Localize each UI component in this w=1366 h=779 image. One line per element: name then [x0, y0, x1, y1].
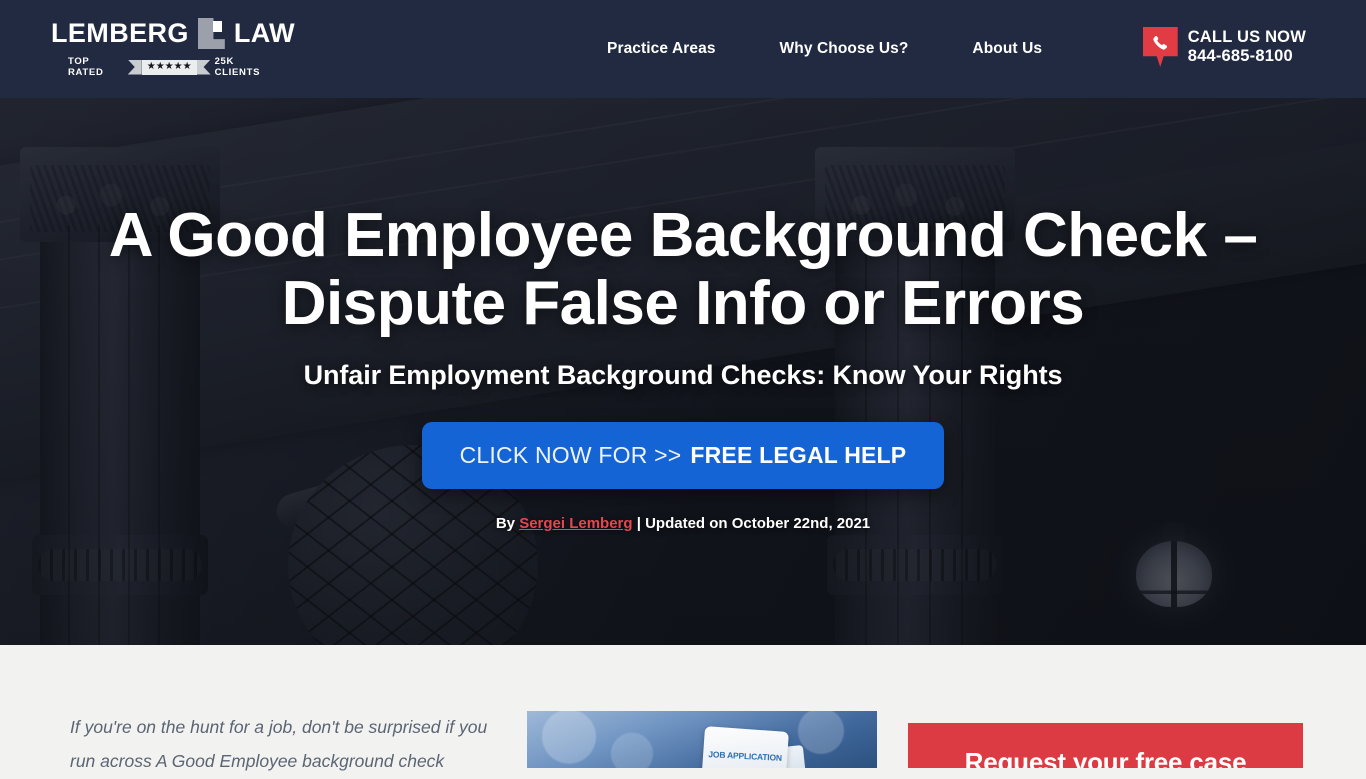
nav-item-about-us[interactable]: About Us: [940, 40, 1074, 58]
logo-wordmark: LEMBERG LAW: [51, 18, 295, 49]
logo-rating-ribbon: TOP RATED ★★★★★ 25K CLIENTS: [68, 56, 278, 78]
byline-author-link[interactable]: Sergei Lemberg: [519, 515, 632, 532]
cta-label-light: CLICK NOW FOR >>: [459, 442, 682, 469]
cta-label-bold: FREE LEGAL HELP: [690, 442, 907, 469]
hero-section: A Good Employee Background Check – Dispu…: [0, 98, 1366, 645]
call-us-label: CALL US NOW: [1187, 28, 1306, 46]
stars-ribbon-icon: ★★★★★: [127, 59, 211, 75]
call-us-now-block[interactable]: CALL US NOW 844-685-8100: [1142, 27, 1306, 67]
page-subtitle: Unfair Employment Background Checks: Kno…: [303, 360, 1063, 391]
job-application-label: JOB APPLICATION: [708, 749, 783, 763]
free-case-review-sidebar[interactable]: Request your free case: [908, 723, 1303, 768]
hero-content: A Good Employee Background Check – Dispu…: [0, 98, 1366, 645]
nav-item-practice-areas[interactable]: Practice Areas: [575, 40, 748, 58]
star-rating: ★★★★★: [146, 61, 192, 72]
byline: By Sergei Lemberg | Updated on October 2…: [496, 515, 870, 532]
ribbon-clients-label: 25K CLIENTS: [214, 56, 261, 78]
site-logo[interactable]: LEMBERG LAW TOP RATED ★★★★★ 25K CLIENTS: [51, 18, 295, 78]
page-title: A Good Employee Background Check – Dispu…: [108, 201, 1258, 339]
ribbon-top-rated-label: TOP RATED: [68, 56, 104, 78]
byline-suffix: | Updated on October 22nd, 2021: [632, 515, 871, 533]
main-navigation: Practice Areas Why Choose Us? About Us: [575, 0, 1074, 98]
article-intro-paragraph: If you're on the hunt for a job, don't b…: [70, 717, 488, 771]
phone-icon: [1142, 27, 1178, 67]
logo-word-lemberg: LEMBERG: [51, 18, 189, 48]
site-header: LEMBERG LAW TOP RATED ★★★★★ 25K CLIENTS …: [0, 0, 1366, 98]
article-thumbnail-image: JOB APPLICATION: [527, 711, 877, 768]
logo-l-mark-icon: [197, 18, 225, 49]
logo-word-law: LAW: [233, 18, 295, 48]
free-legal-help-cta-button[interactable]: CLICK NOW FOR >> FREE LEGAL HELP: [421, 422, 945, 490]
byline-prefix: By: [495, 515, 520, 533]
call-us-text: CALL US NOW 844-685-8100: [1188, 27, 1306, 66]
call-us-phone-number[interactable]: 844-685-8100: [1188, 47, 1293, 65]
sidebar-heading: Request your free case: [964, 747, 1247, 768]
job-application-paper: JOB APPLICATION: [701, 726, 789, 768]
nav-item-why-choose-us[interactable]: Why Choose Us?: [748, 40, 941, 58]
